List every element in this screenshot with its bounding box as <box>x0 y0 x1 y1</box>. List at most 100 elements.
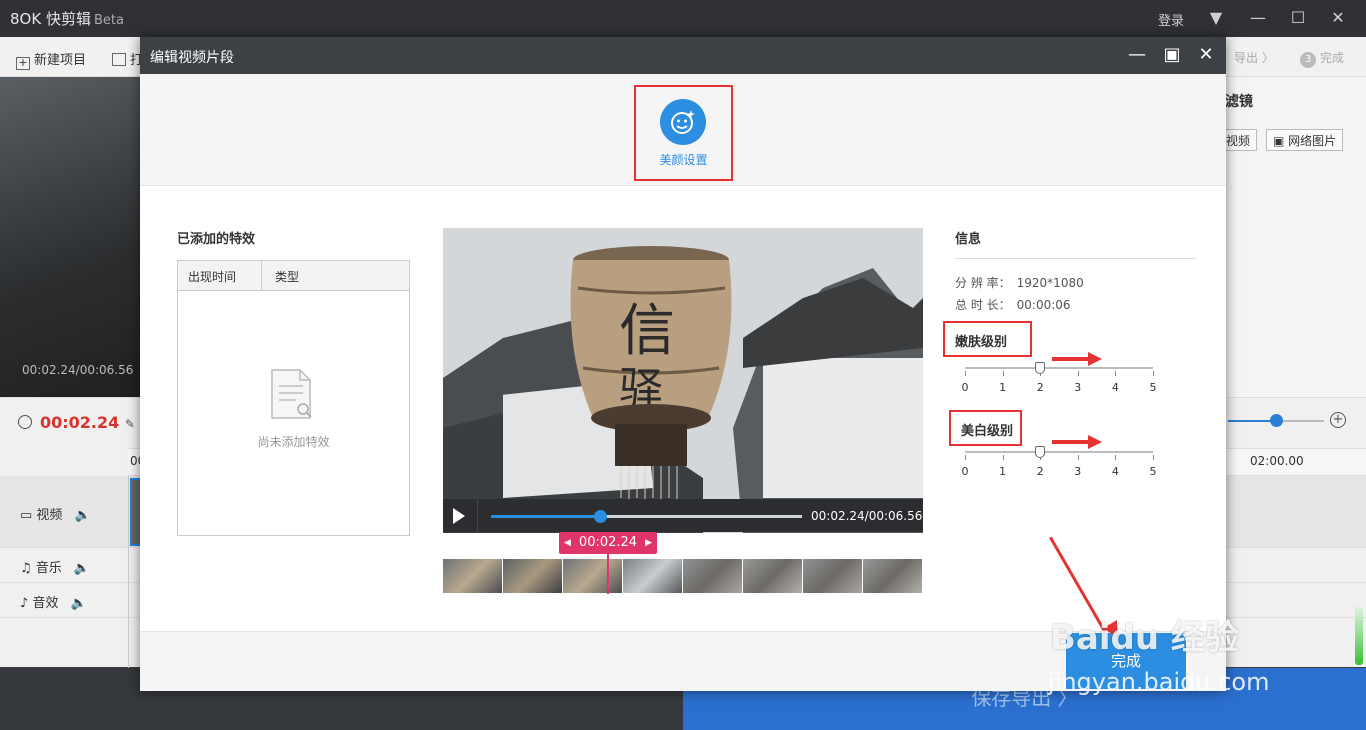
app-logo: 8OK 快剪辑 Beta <box>10 10 124 28</box>
thumbnail <box>803 559 863 593</box>
slider-tick <box>965 371 966 376</box>
level-meter <box>1355 605 1363 665</box>
smooth-level-label: 嫩肤级别 <box>943 321 1032 357</box>
info-title: 信息 <box>955 232 982 247</box>
slider-tick-label: 4 <box>1111 381 1119 394</box>
slider-tick <box>1153 371 1154 376</box>
volume-icon[interactable]: 🔈 <box>74 561 90 576</box>
thumbnail <box>743 559 803 593</box>
slider-knob[interactable] <box>1035 446 1046 458</box>
step-forward-icon[interactable]: ▶ <box>645 532 652 554</box>
right-panel: 滤镜 视频 ▣ 网络图片 <box>1219 77 1366 407</box>
playhead-marker[interactable]: ◀ 00:02.24 ▶ <box>559 532 657 554</box>
video-preview: 信 驿 <box>443 228 923 533</box>
plus-icon: + <box>16 57 30 70</box>
music-icon: ♫ <box>20 561 36 576</box>
thumbnail <box>863 559 923 593</box>
watermark: Baidu 经验 <box>1050 618 1239 658</box>
player-controls: 00:02.24/00:06.56 <box>443 499 923 532</box>
close-icon[interactable]: ✕ <box>1328 8 1348 28</box>
added-effects-title: 已添加的特效 <box>177 232 256 247</box>
slider-tick <box>1153 455 1154 460</box>
edit-icon[interactable]: ✎ <box>125 417 135 431</box>
playhead-line <box>607 554 609 594</box>
sound-effect-icon: ♪ <box>20 596 33 611</box>
net-image-button[interactable]: ▣ 网络图片 <box>1266 129 1344 151</box>
music-track-label: ♫ 音乐 🔈 <box>20 561 90 576</box>
video-track-label: ▭ 视频 🔈 <box>20 508 91 523</box>
edit-clip-dialog: 编辑视频片段 — ▣ ✕ 美颜设置 已添加的特效 出现时间 类型 尚未添加特效 … <box>140 37 1226 691</box>
open-project-button[interactable]: 打 <box>112 49 143 68</box>
no-effects-text: 尚未添加特效 <box>257 435 330 449</box>
slider-tick-label: 2 <box>1036 381 1044 394</box>
minimize-icon[interactable]: — <box>1248 8 1268 28</box>
clock-icon <box>18 415 32 429</box>
whiten-level-label: 美白级别 <box>949 410 1022 446</box>
slider-tick-label: 5 <box>1149 465 1157 478</box>
main-preview <box>0 77 140 397</box>
thumbnail <box>563 559 623 593</box>
effects-table: 出现时间 类型 尚未添加特效 <box>177 260 410 536</box>
watermark-url: jingyan.baidu.com <box>1048 668 1270 696</box>
play-icon[interactable] <box>453 508 465 524</box>
slider-tick-label: 2 <box>1036 465 1044 478</box>
slider-knob[interactable] <box>1035 362 1046 374</box>
thumbnail <box>623 559 683 593</box>
slider-tick <box>1077 371 1079 376</box>
thumbnail <box>443 559 503 593</box>
progress-knob[interactable] <box>593 510 607 523</box>
empty-document-icon <box>270 368 314 420</box>
slider-tick-label: 5 <box>1149 381 1157 394</box>
slider-tick-label: 3 <box>1074 381 1082 394</box>
slider-tick <box>1002 455 1004 460</box>
beauty-face-icon <box>660 99 706 145</box>
slider-tick-label: 3 <box>1074 465 1082 478</box>
volume-icon[interactable]: 🔈 <box>70 596 86 611</box>
login-link[interactable]: 登录 <box>1158 10 1184 29</box>
smooth-level-slider[interactable]: 0 1 2 3 4 5 <box>962 362 1157 394</box>
slider-tick <box>1115 455 1117 460</box>
app-titlebar: 8OK 快剪辑 Beta 登录 ▼ — ☐ ✕ <box>0 0 1366 37</box>
step-back-icon[interactable]: ◀ <box>564 532 571 554</box>
close-icon[interactable]: ✕ <box>1195 44 1217 66</box>
svg-text:信: 信 <box>619 299 675 364</box>
column-time: 出现时间 <box>188 270 237 284</box>
slider-tick <box>1002 371 1004 376</box>
slider-tick <box>965 455 966 460</box>
timeline-time: 00:02.24 ✎ <box>18 413 135 432</box>
slider-tick <box>1115 371 1117 376</box>
slider-tick-label: 1 <box>999 381 1007 394</box>
zoom-in-icon[interactable]: + <box>1330 412 1346 428</box>
red-arrow <box>1052 352 1102 366</box>
dialog-header: 编辑视频片段 — ▣ ✕ <box>140 37 1226 74</box>
new-project-button[interactable]: + 新建项目 <box>16 49 86 70</box>
column-type: 类型 <box>275 270 300 284</box>
progress-bar[interactable] <box>491 510 802 523</box>
minimize-icon[interactable]: — <box>1126 44 1148 66</box>
volume-icon[interactable]: 🔈 <box>74 508 90 523</box>
video-icon: ▭ <box>20 508 37 523</box>
step-done: 3 完成 <box>1300 49 1344 68</box>
thumbnail <box>683 559 743 593</box>
thumbnail-strip[interactable] <box>443 559 923 593</box>
resolution-row: 分 辨 率： 1920*1080 <box>955 276 1084 290</box>
image-icon: ▣ <box>1273 134 1289 148</box>
slider-tick-label: 1 <box>999 465 1007 478</box>
zoom-slider[interactable] <box>1228 414 1324 427</box>
whiten-level-slider[interactable]: 0 1 2 3 4 5 <box>962 446 1157 478</box>
maximize-icon[interactable]: ☐ <box>1288 8 1308 28</box>
dropdown-icon[interactable]: ▼ <box>1206 8 1226 28</box>
ruler-end: 02:00.00 <box>1250 454 1304 468</box>
duration-row: 总 时 长： 00:00:06 <box>955 298 1071 312</box>
slider-tick <box>1077 455 1079 460</box>
maximize-icon[interactable]: ▣ <box>1161 44 1183 66</box>
slider-tick-label: 0 <box>961 465 969 478</box>
beauty-settings-button[interactable]: 美颜设置 <box>634 85 733 181</box>
step-export: 导出 〉 <box>1234 51 1274 65</box>
slider-tick-label: 0 <box>961 381 969 394</box>
player-time: 00:02.24/00:06.56 <box>811 509 923 523</box>
beauty-settings-label: 美颜设置 <box>659 153 708 167</box>
preview-time: 00:02.24/00:06.56 <box>22 363 134 377</box>
filter-title: 滤镜 <box>1225 94 1253 110</box>
zoom-knob[interactable] <box>1270 414 1283 427</box>
